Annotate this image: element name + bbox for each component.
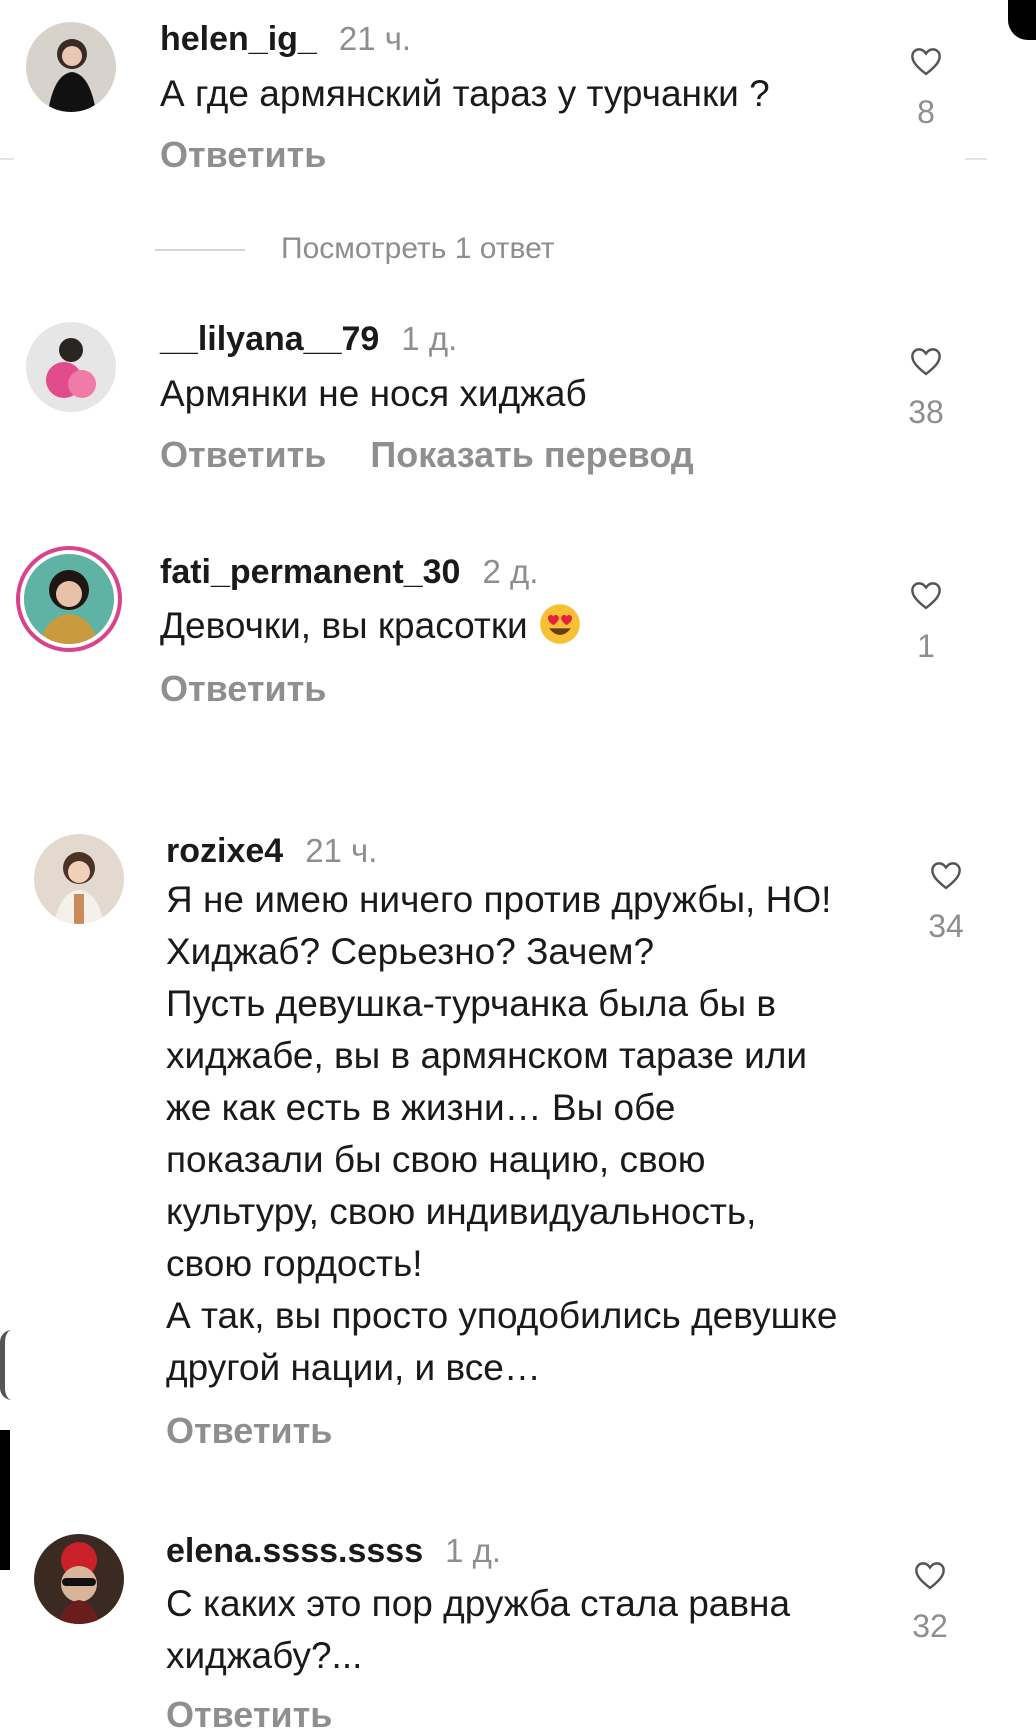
divider — [965, 158, 987, 160]
show-translation-button[interactable]: Показать перевод — [370, 434, 693, 475]
avatar[interactable] — [34, 1534, 124, 1624]
comment-text: А где армянский тараз у турчанки ? — [160, 73, 770, 114]
like-count: 38 — [908, 394, 944, 430]
comment-username[interactable]: rozixe4 — [166, 832, 283, 870]
comment-username[interactable]: fati_permanent_30 — [160, 553, 460, 591]
avatar[interactable] — [34, 834, 124, 924]
comment-username[interactable]: __lilyana__79 — [160, 320, 379, 358]
comment-time: 21 ч. — [305, 832, 378, 869]
view-replies-button[interactable]: Посмотреть 1 ответ — [155, 232, 555, 266]
comment-text: Девочки, вы красотки — [160, 605, 528, 646]
like-button[interactable]: 34 — [916, 860, 976, 945]
heart-outline-icon — [931, 862, 961, 890]
heart-outline-icon — [911, 582, 941, 610]
comment-text: Я не имею ничего против дружбы, НО! Хидж… — [166, 879, 838, 1388]
like-button[interactable]: 8 — [896, 46, 956, 131]
reply-button[interactable]: Ответить — [160, 668, 326, 709]
like-count: 8 — [917, 94, 935, 130]
view-replies-label: Посмотреть 1 ответ — [281, 232, 555, 265]
like-button[interactable]: 32 — [900, 1560, 960, 1645]
heart-outline-icon — [911, 348, 941, 376]
like-count: 32 — [912, 1608, 948, 1644]
heart-outline-icon — [915, 1562, 945, 1590]
heart-eyes-emoji — [540, 604, 580, 644]
reply-button[interactable]: Ответить — [166, 1410, 332, 1451]
comment-time: 21 ч. — [338, 20, 412, 57]
reply-button[interactable]: Ответить — [160, 434, 326, 475]
replies-line — [155, 249, 245, 252]
like-button[interactable]: 38 — [896, 346, 956, 431]
comment-username[interactable]: elena.ssss.ssss — [166, 1532, 423, 1570]
like-button[interactable]: 1 — [896, 580, 956, 665]
avatar[interactable] — [26, 22, 116, 112]
comment-time: 2 д. — [482, 553, 539, 590]
screen-edge-bar — [0, 1430, 10, 1570]
divider — [0, 158, 14, 160]
comment-username[interactable]: helen_ig_ — [160, 20, 317, 58]
like-count: 34 — [928, 908, 964, 944]
reply-button[interactable]: Ответить — [160, 134, 326, 175]
avatar[interactable] — [24, 554, 114, 644]
like-count: 1 — [917, 628, 935, 664]
comment-time: 1 д. — [445, 1532, 502, 1569]
comment-time: 1 д. — [401, 320, 458, 357]
heart-outline-icon — [911, 48, 941, 76]
reply-button[interactable]: Ответить — [166, 1694, 332, 1735]
screen-edge-curve — [0, 1330, 21, 1400]
comment-text: Армянки не нося хиджаб — [160, 373, 587, 414]
comment-text: С каких это пор дружба стала равна хиджа… — [166, 1583, 791, 1676]
avatar[interactable] — [26, 322, 116, 412]
screen-edge — [1008, 0, 1036, 40]
